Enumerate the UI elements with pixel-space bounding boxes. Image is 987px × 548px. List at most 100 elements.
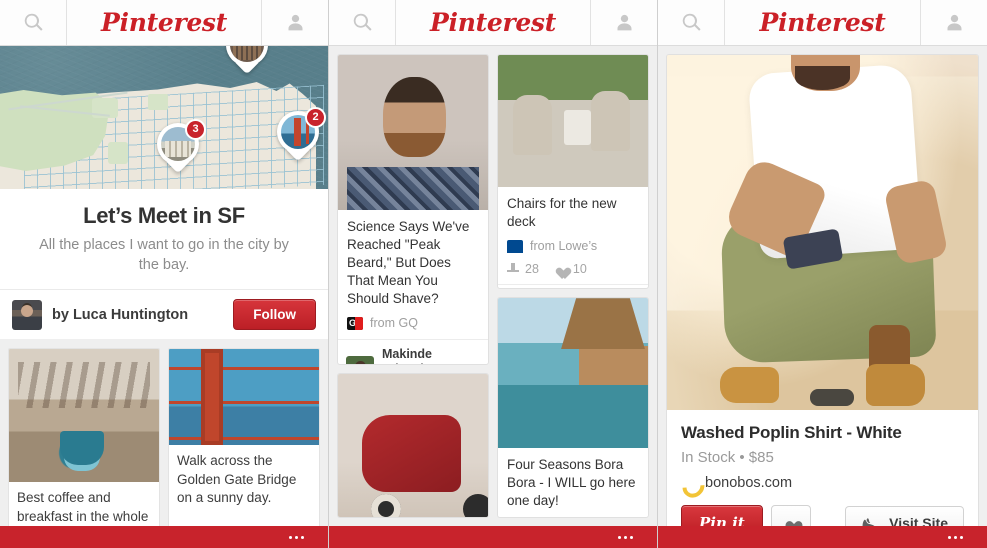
pin-title: Four Seasons Bora Bora - I WILL go here … <box>507 457 636 509</box>
brand-text: Pinterest <box>759 8 886 37</box>
board-pin-card[interactable]: Best coffee and breakfast in the whole <box>8 348 160 526</box>
map-pin-houses[interactable]: 3 <box>157 119 206 175</box>
feed-scroll-area[interactable]: Science Says We've Reached "Peak Beard,"… <box>329 46 657 526</box>
shoe-icon <box>862 517 876 526</box>
pin-stats: 28 10 <box>498 262 648 284</box>
product-title: Washed Poplin Shirt - White <box>681 423 902 442</box>
banana-icon <box>681 474 698 491</box>
heart-icon <box>783 516 798 526</box>
feed-pin-card[interactable]: Science Says We've Reached "Peak Beard,"… <box>337 54 489 365</box>
search-button[interactable] <box>658 12 724 33</box>
profile-button[interactable] <box>921 12 987 33</box>
pin-caption: Best coffee and breakfast in the whole <box>17 490 149 524</box>
pin-title: Science Says We've Reached "Peak Beard,"… <box>347 219 470 306</box>
map-pin-city[interactable] <box>226 46 268 76</box>
visit-site-label: Visit Site <box>889 515 948 526</box>
pin-image-coffee <box>9 349 159 482</box>
product-domain-row[interactable]: bonobos.com <box>681 474 964 491</box>
navbar: Pinterest <box>0 0 328 46</box>
hero-shoe-left <box>719 367 779 403</box>
pin-it-button[interactable]: Pin it <box>681 505 763 526</box>
person-icon <box>947 14 961 31</box>
board-description: All the places I want to go in the city … <box>39 237 289 273</box>
map-pin-bridge[interactable]: 2 <box>277 107 326 163</box>
search-button[interactable] <box>0 12 66 33</box>
pin-image-beard <box>338 55 488 210</box>
pin-source[interactable]: from Lowe’s <box>498 236 648 262</box>
tabbar <box>658 526 987 548</box>
board-map[interactable]: 3 2 <box>0 46 328 189</box>
feed-pin-card[interactable]: Four Seasons Bora Bora - I WILL go here … <box>497 297 649 518</box>
tabbar <box>329 526 657 548</box>
profile-button[interactable] <box>591 12 657 33</box>
tabbar <box>0 526 328 548</box>
avatar[interactable] <box>12 299 42 330</box>
hero-shoe-right <box>866 363 926 407</box>
more-options-button[interactable] <box>948 535 963 539</box>
more-options-button[interactable] <box>618 535 633 539</box>
profile-button[interactable] <box>262 12 328 33</box>
pin-detail-scroll-area[interactable]: Washed Poplin Shirt - White In Stock • $… <box>658 46 987 526</box>
map-pin-badge-bridge: 2 <box>305 107 326 128</box>
hero-rock <box>810 388 854 407</box>
feed-pin-card[interactable]: Chairs for the new deck from Lowe’s 28 1… <box>497 54 649 290</box>
board-pin-card[interactable]: Walk across the Golden Gate Bridge on a … <box>168 348 320 526</box>
navbar: Pinterest <box>329 0 657 46</box>
pin-image-bora-bora <box>498 298 648 449</box>
feed-column-right: Chairs for the new deck from Lowe’s 28 1… <box>497 54 649 518</box>
visit-site-button[interactable]: Visit Site <box>845 506 964 526</box>
three-phone-screens: Pinterest 3 2 Let’s Meet in SF All the p… <box>0 0 987 548</box>
pin-image-chairs <box>498 55 648 187</box>
pinner-row[interactable]: Makinde Adeagbo Men’s Style <box>338 339 488 364</box>
repin-count: 28 <box>525 262 539 276</box>
feed-pin-card[interactable] <box>337 372 489 518</box>
heart-icon <box>553 263 567 276</box>
screen-feed: Pinterest Science Says We've Reached "Pe… <box>329 0 658 548</box>
pin-meta: Washed Poplin Shirt - White In Stock • $… <box>667 410 978 501</box>
board-title: Let’s Meet in SF <box>83 203 245 228</box>
brand-text: Pinterest <box>101 8 227 37</box>
pin-detail-card: Washed Poplin Shirt - White In Stock • $… <box>666 54 979 526</box>
brand-logo[interactable]: Pinterest <box>395 0 591 45</box>
brand-text: Pinterest <box>430 8 556 37</box>
board-owner-row: by Luca Huntington Follow <box>0 289 328 339</box>
lowes-logo-icon <box>507 239 523 253</box>
search-icon <box>682 13 701 31</box>
board-owner-name: by Luca Huntington <box>52 306 189 323</box>
screen-board: Pinterest 3 2 Let’s Meet in SF All the p… <box>0 0 329 548</box>
feed-column-left: Science Says We've Reached "Peak Beard,"… <box>337 54 489 518</box>
pin-thumb-city <box>230 46 264 62</box>
pinner-name: Makinde Adeagbo <box>382 347 435 364</box>
map-park-small-b <box>108 142 128 164</box>
search-button[interactable] <box>329 12 395 33</box>
map-pin-badge-houses: 3 <box>185 119 206 140</box>
board-info: Let’s Meet in SF All the places I want t… <box>0 189 328 289</box>
brand-logo[interactable]: Pinterest <box>66 0 262 45</box>
product-availability: In Stock • $85 <box>681 449 774 466</box>
pin-image-vespa <box>338 373 488 517</box>
search-icon <box>353 13 372 31</box>
board-scroll-area[interactable]: 3 2 Let’s Meet in SF All the places I wa… <box>0 46 328 526</box>
search-icon <box>24 13 43 31</box>
pin-image-bridge <box>169 349 319 445</box>
more-options-button[interactable] <box>289 535 304 539</box>
gq-logo-icon: GQ <box>347 316 363 330</box>
pin-source-label: from Lowe’s <box>530 239 598 253</box>
like-count: 10 <box>572 262 587 276</box>
pin-hero-image[interactable] <box>667 55 978 410</box>
pushpin-icon <box>507 262 519 276</box>
pinner-row[interactable]: Ana Todd Outside Spaces <box>498 284 648 288</box>
pin-title: Chairs for the new deck <box>507 196 617 229</box>
follow-button[interactable]: Follow <box>233 299 316 330</box>
feed-columns: Science Says We've Reached "Peak Beard,"… <box>329 46 657 526</box>
brand-logo[interactable]: Pinterest <box>724 0 921 45</box>
pin-source[interactable]: from Condé Nast Tr... <box>498 515 648 517</box>
person-icon <box>617 14 631 31</box>
pin-source[interactable]: GQ from GQ <box>338 313 488 339</box>
pin-actions: Pin it Visit Site <box>667 501 978 526</box>
like-button[interactable] <box>770 505 811 526</box>
board-pin-grid: Best coffee and breakfast in the whole W… <box>0 339 328 526</box>
pin-detail-wrap: Washed Poplin Shirt - White In Stock • $… <box>658 46 987 526</box>
pin-caption: Walk across the Golden Gate Bridge on a … <box>177 453 297 505</box>
screen-pin-detail: Pinterest Washed Poplin Shirt - White In… <box>658 0 987 548</box>
